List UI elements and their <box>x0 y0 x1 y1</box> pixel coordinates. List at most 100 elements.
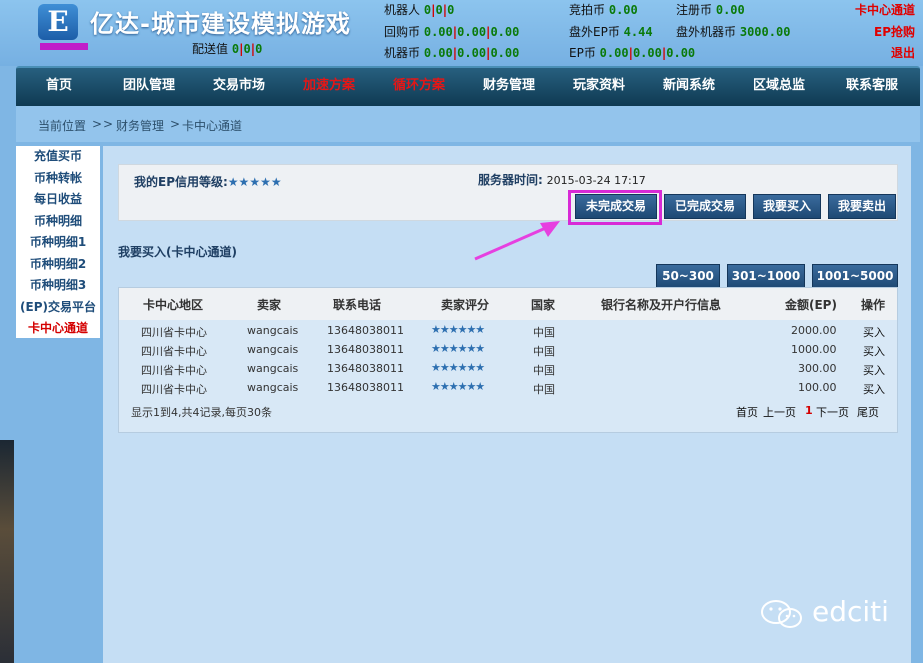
machine-value-1: 0.00 <box>423 46 453 60</box>
sell-button[interactable]: 我要卖出 <box>828 194 896 219</box>
buyback-stat: 回购币 0.00|0.00|0.00 <box>384 25 520 39</box>
logo-highlight-mark <box>40 43 88 50</box>
sidebar-item-recharge[interactable]: 充值买币 <box>16 146 100 168</box>
credit-stars: ★★★★★ <box>227 175 282 189</box>
table-summary: 显示1到4,共4记录,每页30条 <box>131 406 272 419</box>
nav-player[interactable]: 玩家资料 <box>554 68 644 106</box>
ep-value-2: 0.00 <box>632 46 662 60</box>
completed-trades-button[interactable]: 已完成交易 <box>664 194 746 219</box>
cell-rating: ★★★★★★ <box>431 380 485 393</box>
breadcrumb: 当前位置 > > 财务管理 > 卡中心通道 <box>16 106 920 142</box>
col-country: 国家 <box>531 298 556 312</box>
nav-home[interactable]: 首页 <box>16 68 102 106</box>
server-time: 服务器时间: 2015-03-24 17:17 <box>478 171 646 188</box>
auction-stat: 竞拍币 0.00 <box>569 1 638 18</box>
buy-link[interactable]: 买入 <box>863 381 885 397</box>
delivery-value-2: 0 <box>243 42 251 56</box>
sidebar-item-daily-income[interactable]: 每日收益 <box>16 189 100 211</box>
cell-seller: wangcais <box>247 362 299 375</box>
cell-rating: ★★★★★★ <box>431 361 485 374</box>
pager-next[interactable]: 下一页 <box>816 404 849 420</box>
filter-1001-5000[interactable]: 1001~5000 <box>812 264 898 289</box>
delivery-value-3: 0 <box>255 42 263 56</box>
info-panel: 我的EP信用等级:★★★★★ 服务器时间: 2015-03-24 17:17 未… <box>118 164 898 221</box>
sidebar-item-detail-3[interactable]: 币种明细3 <box>16 275 100 297</box>
pager-first[interactable]: 首页 <box>736 404 758 420</box>
breadcrumb-current: 卡中心通道 <box>182 119 243 133</box>
cell-phone: 13648038011 <box>327 324 404 337</box>
buyback-value-3: 0.00 <box>490 25 520 39</box>
cell-region: 四川省卡中心 <box>141 326 207 339</box>
card-center-link[interactable]: 卡中心通道 <box>855 1 915 18</box>
register-stat: 注册币 0.00 <box>676 1 745 18</box>
sidebar-item-card-center[interactable]: 卡中心通道 <box>16 318 100 340</box>
ep-grab-link[interactable]: EP抢购 <box>874 23 915 40</box>
buy-link[interactable]: 买入 <box>863 343 885 359</box>
buy-link[interactable]: 买入 <box>863 362 885 378</box>
buy-link[interactable]: 买入 <box>863 324 885 340</box>
sidebar-item-ep-platform[interactable]: (EP)交易平台 <box>16 297 100 319</box>
top-header: E 亿达-城市建设模拟游戏 配送值 0|0|0 机器人 0|0|0 回购币 0.… <box>0 0 923 66</box>
ep-value-3: 0.00 <box>666 46 696 60</box>
trade-table: 卡中心地区 卖家 联系电话 卖家评分 国家 银行名称及开户行信息 金额(EP) … <box>118 287 898 433</box>
sidebar-item-detail-2[interactable]: 币种明细2 <box>16 254 100 276</box>
robot-stat: 机器人 0|0|0 <box>384 3 455 17</box>
server-time-value: 2015-03-24 17:17 <box>546 174 646 187</box>
breadcrumb-finance[interactable]: 财务管理 <box>116 117 164 134</box>
ep-value-1: 0.00 <box>599 46 629 60</box>
filter-50-300[interactable]: 50~300 <box>656 264 720 289</box>
cell-amount: 1000.00 <box>791 343 837 356</box>
offep-stat: 盘外EP币 4.44 <box>569 23 653 40</box>
cell-seller: wangcais <box>247 343 299 356</box>
sidebar-item-detail-1[interactable]: 币种明细1 <box>16 232 100 254</box>
pager-prev[interactable]: 上一页 <box>763 404 796 420</box>
sidebar: 充值买币 币种转帐 每日收益 币种明细 币种明细1 币种明细2 币种明细3 (E… <box>16 146 100 338</box>
site-title: 亿达-城市建设模拟游戏 <box>90 10 351 38</box>
cell-phone: 13648038011 <box>327 343 404 356</box>
robot-label: 机器人 <box>384 3 421 17</box>
offmachine-label: 盘外机器币 <box>676 25 737 39</box>
sidebar-item-detail[interactable]: 币种明细 <box>16 211 100 233</box>
ep-stat: EP币 0.00|0.00|0.00 <box>569 46 696 60</box>
nav-finance[interactable]: 财务管理 <box>464 68 554 106</box>
nav-market[interactable]: 交易市场 <box>194 68 284 106</box>
col-action: 操作 <box>861 298 886 312</box>
cell-region: 四川省卡中心 <box>141 364 207 377</box>
cell-country: 中国 <box>533 326 555 339</box>
cell-region: 四川省卡中心 <box>141 345 207 358</box>
nav-team[interactable]: 团队管理 <box>104 68 194 106</box>
pager-current: 1 <box>805 404 813 417</box>
col-amount: 金额(EP) <box>785 298 837 312</box>
sidebar-item-transfer[interactable]: 币种转帐 <box>16 168 100 190</box>
breadcrumb-sep-2: > <box>103 117 114 131</box>
col-seller: 卖家 <box>257 298 282 312</box>
table-row: 四川省卡中心 wangcais 13648038011 ★★★★★★ 中国 10… <box>119 379 897 398</box>
buyback-value-2: 0.00 <box>457 25 487 39</box>
background-building <box>0 440 14 663</box>
nav-news[interactable]: 新闻系统 <box>644 68 734 106</box>
buy-button[interactable]: 我要买入 <box>753 194 821 219</box>
logout-link[interactable]: 退出 <box>891 44 915 61</box>
machine-value-3: 0.00 <box>490 46 520 60</box>
nav-accelerate[interactable]: 加速方案 <box>284 68 374 106</box>
cell-country: 中国 <box>533 345 555 358</box>
nav-region[interactable]: 区域总监 <box>734 68 824 106</box>
cell-phone: 13648038011 <box>327 362 404 375</box>
nav-cycle[interactable]: 循环方案 <box>374 68 464 106</box>
col-region: 卡中心地区 <box>143 298 204 312</box>
cell-seller: wangcais <box>247 324 299 337</box>
table-row: 四川省卡中心 wangcais 13648038011 ★★★★★★ 中国 20… <box>119 322 897 341</box>
machine-value-2: 0.00 <box>457 46 487 60</box>
robot-value-2: 0 <box>435 3 443 17</box>
ep-label: EP币 <box>569 46 596 60</box>
delivery-value: 配送值 0|0|0 <box>192 42 263 56</box>
pager-last[interactable]: 尾页 <box>857 404 879 420</box>
filter-301-1000[interactable]: 301~1000 <box>727 264 805 289</box>
offep-label: 盘外EP币 <box>569 25 620 39</box>
offmachine-value: 3000.00 <box>739 25 791 39</box>
nav-support[interactable]: 联系客服 <box>824 68 920 106</box>
cell-rating: ★★★★★★ <box>431 323 485 336</box>
table-row: 四川省卡中心 wangcais 13648038011 ★★★★★★ 中国 10… <box>119 341 897 360</box>
server-time-label: 服务器时间: <box>478 173 543 187</box>
annotation-arrow-icon <box>474 221 560 261</box>
